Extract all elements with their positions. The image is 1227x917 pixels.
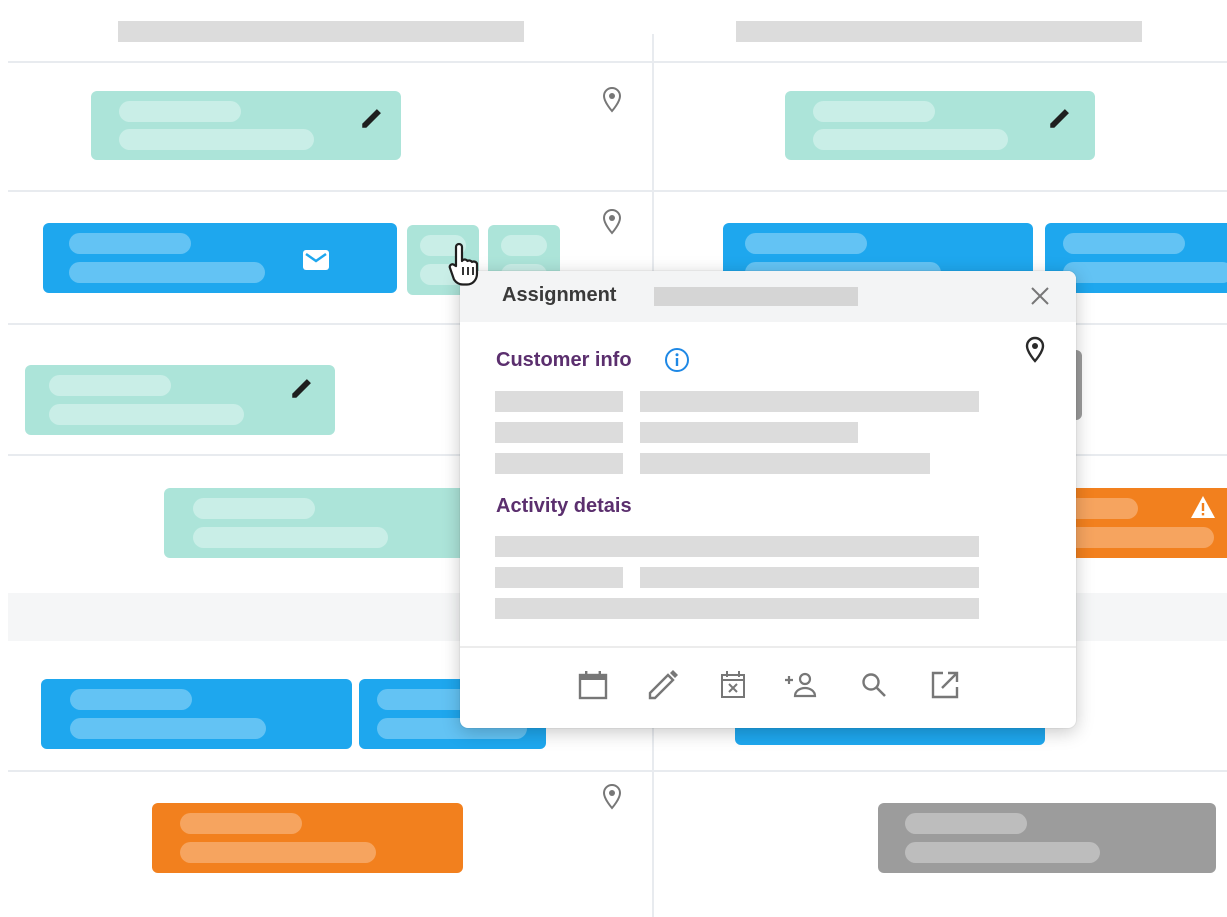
popup-title: Assignment bbox=[502, 284, 617, 306]
cancel-appointment-button[interactable] bbox=[714, 666, 752, 704]
row-divider bbox=[8, 190, 1227, 192]
assignment-card[interactable] bbox=[785, 91, 1095, 160]
assignment-popup: Assignment Customer info Activity detais bbox=[460, 271, 1076, 728]
placeholder-pill bbox=[1063, 262, 1227, 283]
placeholder-pill bbox=[813, 129, 1008, 150]
customer-field-label bbox=[495, 391, 623, 412]
activity-details-heading: Activity detais bbox=[496, 495, 632, 517]
location-pin-icon[interactable] bbox=[1023, 336, 1047, 364]
activity-field-value bbox=[495, 598, 979, 619]
open-external-button[interactable] bbox=[926, 666, 964, 704]
placeholder-pill bbox=[49, 375, 171, 396]
row-divider bbox=[8, 770, 1227, 772]
placeholder-pill bbox=[745, 233, 867, 254]
popup-footer-divider bbox=[460, 646, 1076, 648]
placeholder-pill bbox=[70, 718, 266, 739]
assignment-card[interactable] bbox=[41, 679, 352, 749]
placeholder-pill bbox=[193, 498, 315, 519]
edit-icon[interactable] bbox=[1045, 103, 1075, 133]
edit-button[interactable] bbox=[644, 666, 682, 704]
mail-icon[interactable] bbox=[301, 248, 331, 272]
placeholder-pill bbox=[49, 404, 244, 425]
customer-info-heading: Customer info bbox=[496, 349, 632, 371]
location-pin-icon[interactable] bbox=[600, 208, 624, 236]
hand-cursor-icon bbox=[448, 242, 479, 286]
placeholder-pill bbox=[180, 813, 302, 834]
customer-field-value bbox=[640, 391, 979, 412]
activity-field-label bbox=[495, 567, 623, 588]
placeholder-pill bbox=[119, 101, 241, 122]
placeholder-pill bbox=[70, 689, 192, 710]
placeholder-pill bbox=[813, 101, 935, 122]
close-button[interactable] bbox=[1026, 282, 1054, 310]
assignment-card-warning[interactable] bbox=[1060, 488, 1227, 558]
location-pin-icon[interactable] bbox=[600, 86, 624, 114]
popup-subtitle-placeholder bbox=[654, 287, 858, 306]
placeholder-pill bbox=[69, 262, 265, 283]
close-icon[interactable] bbox=[1029, 285, 1051, 307]
column-header-right bbox=[736, 21, 1142, 42]
open-external-icon bbox=[931, 671, 959, 699]
customer-field-value bbox=[640, 453, 930, 474]
add-person-icon bbox=[785, 672, 817, 698]
edit-icon[interactable] bbox=[287, 373, 317, 403]
cancel-date-icon bbox=[721, 671, 745, 698]
assignment-card[interactable] bbox=[164, 488, 474, 558]
placeholder-pill bbox=[119, 129, 314, 150]
popup-header: Assignment bbox=[460, 271, 1076, 322]
placeholder-pill bbox=[905, 842, 1100, 863]
assignment-card[interactable] bbox=[878, 803, 1216, 873]
placeholder-pill bbox=[69, 233, 191, 254]
placeholder-pill bbox=[1063, 233, 1185, 254]
placeholder-pill bbox=[193, 527, 388, 548]
activity-field-value bbox=[495, 536, 979, 557]
placeholder-pill bbox=[905, 813, 1027, 834]
search-button[interactable] bbox=[855, 666, 893, 704]
assignment-card[interactable] bbox=[43, 223, 397, 293]
customer-field-label bbox=[495, 453, 623, 474]
placeholder-pill bbox=[501, 235, 547, 256]
calendar-icon bbox=[578, 671, 608, 700]
placeholder-pill bbox=[180, 842, 376, 863]
search-icon bbox=[862, 673, 886, 697]
add-person-button[interactable] bbox=[782, 666, 820, 704]
warning-icon bbox=[1188, 492, 1218, 522]
schedule-button[interactable] bbox=[574, 666, 612, 704]
assignment-card[interactable] bbox=[91, 91, 401, 160]
edit-icon bbox=[648, 670, 678, 700]
customer-field-label bbox=[495, 422, 623, 443]
customer-field-value bbox=[640, 422, 858, 443]
placeholder-pill bbox=[1060, 527, 1214, 548]
assignment-card[interactable] bbox=[152, 803, 463, 873]
edit-icon[interactable] bbox=[357, 103, 387, 133]
info-icon[interactable] bbox=[664, 347, 690, 373]
activity-field-value bbox=[640, 567, 979, 588]
row-divider bbox=[8, 61, 1227, 63]
location-pin-icon[interactable] bbox=[600, 783, 624, 811]
column-header-left bbox=[118, 21, 524, 42]
assignment-card[interactable] bbox=[25, 365, 335, 435]
schedule-board: Assignment Customer info Activity detais bbox=[0, 0, 1227, 917]
